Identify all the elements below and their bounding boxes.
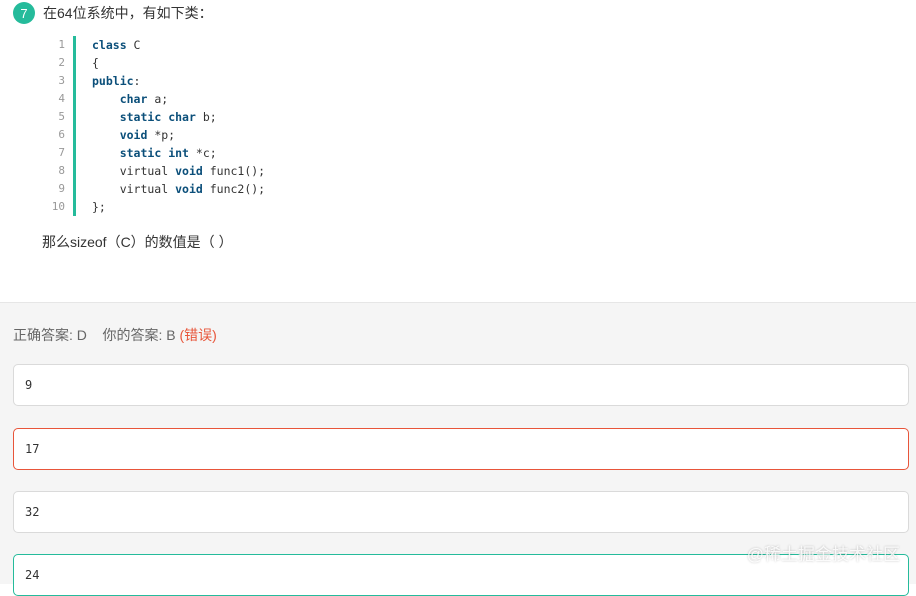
code-keyword: void	[175, 164, 203, 178]
code-content: class C { public: char a; static char b; v…	[92, 36, 265, 216]
code-keyword: void	[119, 128, 148, 142]
code-keyword: char	[168, 110, 196, 124]
sub-question-text: 那么sizeof（C）的数值是（ ）	[42, 234, 233, 250]
code-line: {	[92, 54, 265, 72]
code-token: b;	[195, 110, 217, 124]
code-line: virtual void func1();	[92, 162, 265, 180]
question-number-badge: 7	[13, 2, 35, 24]
code-keyword: static	[119, 110, 162, 124]
code-token: virtual	[92, 164, 176, 178]
code-line-number: 6	[58, 128, 65, 141]
code-token: *c;	[188, 146, 217, 160]
code-token: C	[126, 38, 141, 52]
code-line-number: 3	[58, 74, 65, 87]
code-token: virtual	[92, 182, 176, 196]
question-header: 7 在64位系统中，有如下类：	[13, 2, 213, 24]
verdict-label: (错误)	[179, 327, 217, 343]
code-line-number: 5	[58, 110, 65, 123]
code-keyword: void	[175, 182, 203, 196]
code-line-number: 9	[58, 182, 65, 195]
code-line: static int *c;	[92, 144, 265, 162]
code-block: 1 2 3 4 5 6 7 8 9 10 class C { public: char a; stat…	[44, 36, 464, 216]
correct-answer-label: 正确答案: D	[13, 327, 87, 343]
code-line-number: 1	[58, 38, 65, 51]
code-token: };	[92, 200, 106, 214]
code-line-number: 10	[51, 200, 65, 213]
code-token: :	[133, 74, 141, 88]
option-a[interactable]: 9	[13, 364, 909, 406]
option-c[interactable]: 32	[13, 491, 909, 533]
code-token: {	[92, 56, 99, 70]
code-keyword: static	[119, 146, 162, 160]
code-line: public:	[92, 72, 265, 90]
code-token: *p;	[147, 128, 176, 142]
code-keyword: char	[119, 92, 148, 106]
code-keyword: public	[92, 74, 134, 88]
code-line-number: 8	[58, 164, 65, 177]
code-line: };	[92, 198, 265, 216]
answer-status: 正确答案: D 你的答案: B (错误)	[13, 325, 217, 345]
code-line: class C	[92, 36, 265, 54]
code-keyword: class	[92, 38, 127, 52]
code-keyword: int	[168, 146, 189, 160]
your-answer-label: 你的答案: B	[102, 327, 176, 343]
code-line-number: 7	[58, 146, 65, 159]
code-line-numbers: 1 2 3 4 5 6 7 8 9 10	[44, 36, 76, 216]
code-token: func2();	[202, 182, 266, 196]
code-line: static char b;	[92, 108, 265, 126]
watermark-text: @稀土掘金技术社区	[746, 545, 900, 564]
code-token: func1();	[202, 164, 266, 178]
code-line-number: 4	[58, 92, 65, 105]
code-line: void *p;	[92, 126, 265, 144]
code-token: a;	[147, 92, 169, 106]
code-line-number: 2	[58, 56, 65, 69]
code-line: char a;	[92, 90, 265, 108]
question-text: 在64位系统中，有如下类：	[43, 5, 213, 21]
option-b-selected-incorrect[interactable]: 17	[13, 428, 909, 470]
code-line: virtual void func2();	[92, 180, 265, 198]
